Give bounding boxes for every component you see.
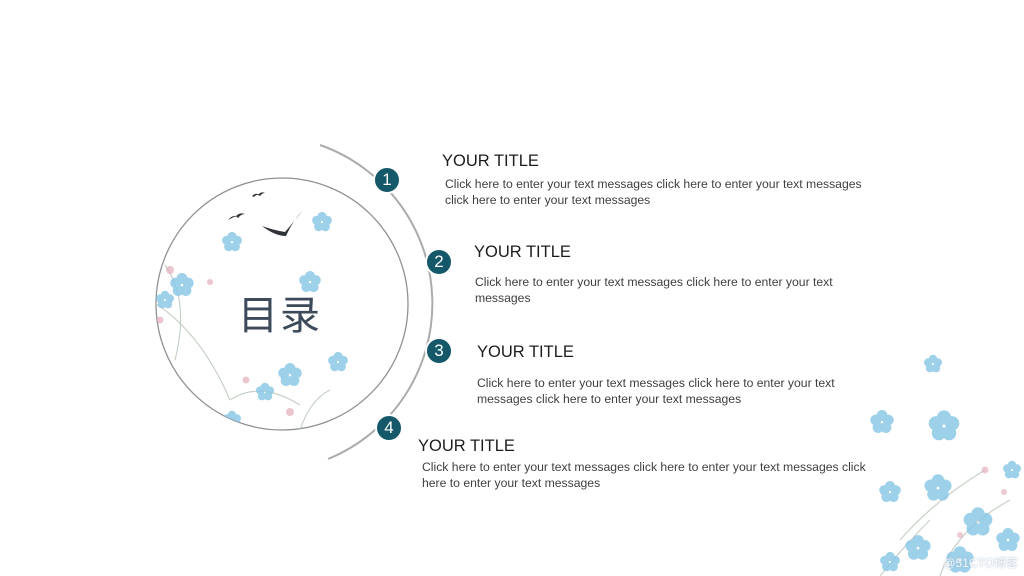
forget-me-not-flower-icon [1003, 460, 1021, 479]
forget-me-not-flower-icon [924, 354, 942, 373]
item-2-number-badge: 2 [425, 248, 453, 276]
item-1-title[interactable]: YOUR TITLE [442, 151, 882, 171]
item-3-title[interactable]: YOUR TITLE [477, 342, 857, 362]
toc-item-2: YOUR TITLE Click here to enter your text… [474, 242, 854, 306]
corner-floral-decoration [870, 354, 1021, 576]
toc-item-3: YOUR TITLE Click here to enter your text… [477, 342, 857, 407]
forget-me-not-flower-icon [905, 535, 931, 560]
item-4-title[interactable]: YOUR TITLE [418, 436, 880, 456]
item-1-text[interactable]: Click here to enter your text messages c… [442, 177, 882, 208]
item-4-text[interactable]: Click here to enter your text messages c… [418, 460, 880, 491]
forget-me-not-flower-icon [996, 528, 1020, 551]
forget-me-not-flower-icon [879, 480, 901, 503]
item-3-number-badge: 3 [425, 337, 453, 365]
forget-me-not-flower-icon [870, 410, 894, 433]
forget-me-not-flower-icon [924, 474, 952, 501]
toc-item-1: YOUR TITLE Click here to enter your text… [442, 151, 882, 208]
toc-heading: 目录 [238, 293, 322, 339]
toc-item-4: YOUR TITLE Click here to enter your text… [418, 436, 880, 491]
item-1-number-badge: 1 [373, 166, 401, 194]
watermark-text: @51CTO博客 [943, 556, 1018, 570]
item-2-text[interactable]: Click here to enter your text messages c… [474, 275, 854, 306]
item-3-text[interactable]: Click here to enter your text messages c… [477, 376, 857, 407]
forget-me-not-flower-icon [928, 410, 960, 441]
item-4-number-badge: 4 [375, 414, 403, 442]
item-2-title[interactable]: YOUR TITLE [474, 242, 854, 262]
